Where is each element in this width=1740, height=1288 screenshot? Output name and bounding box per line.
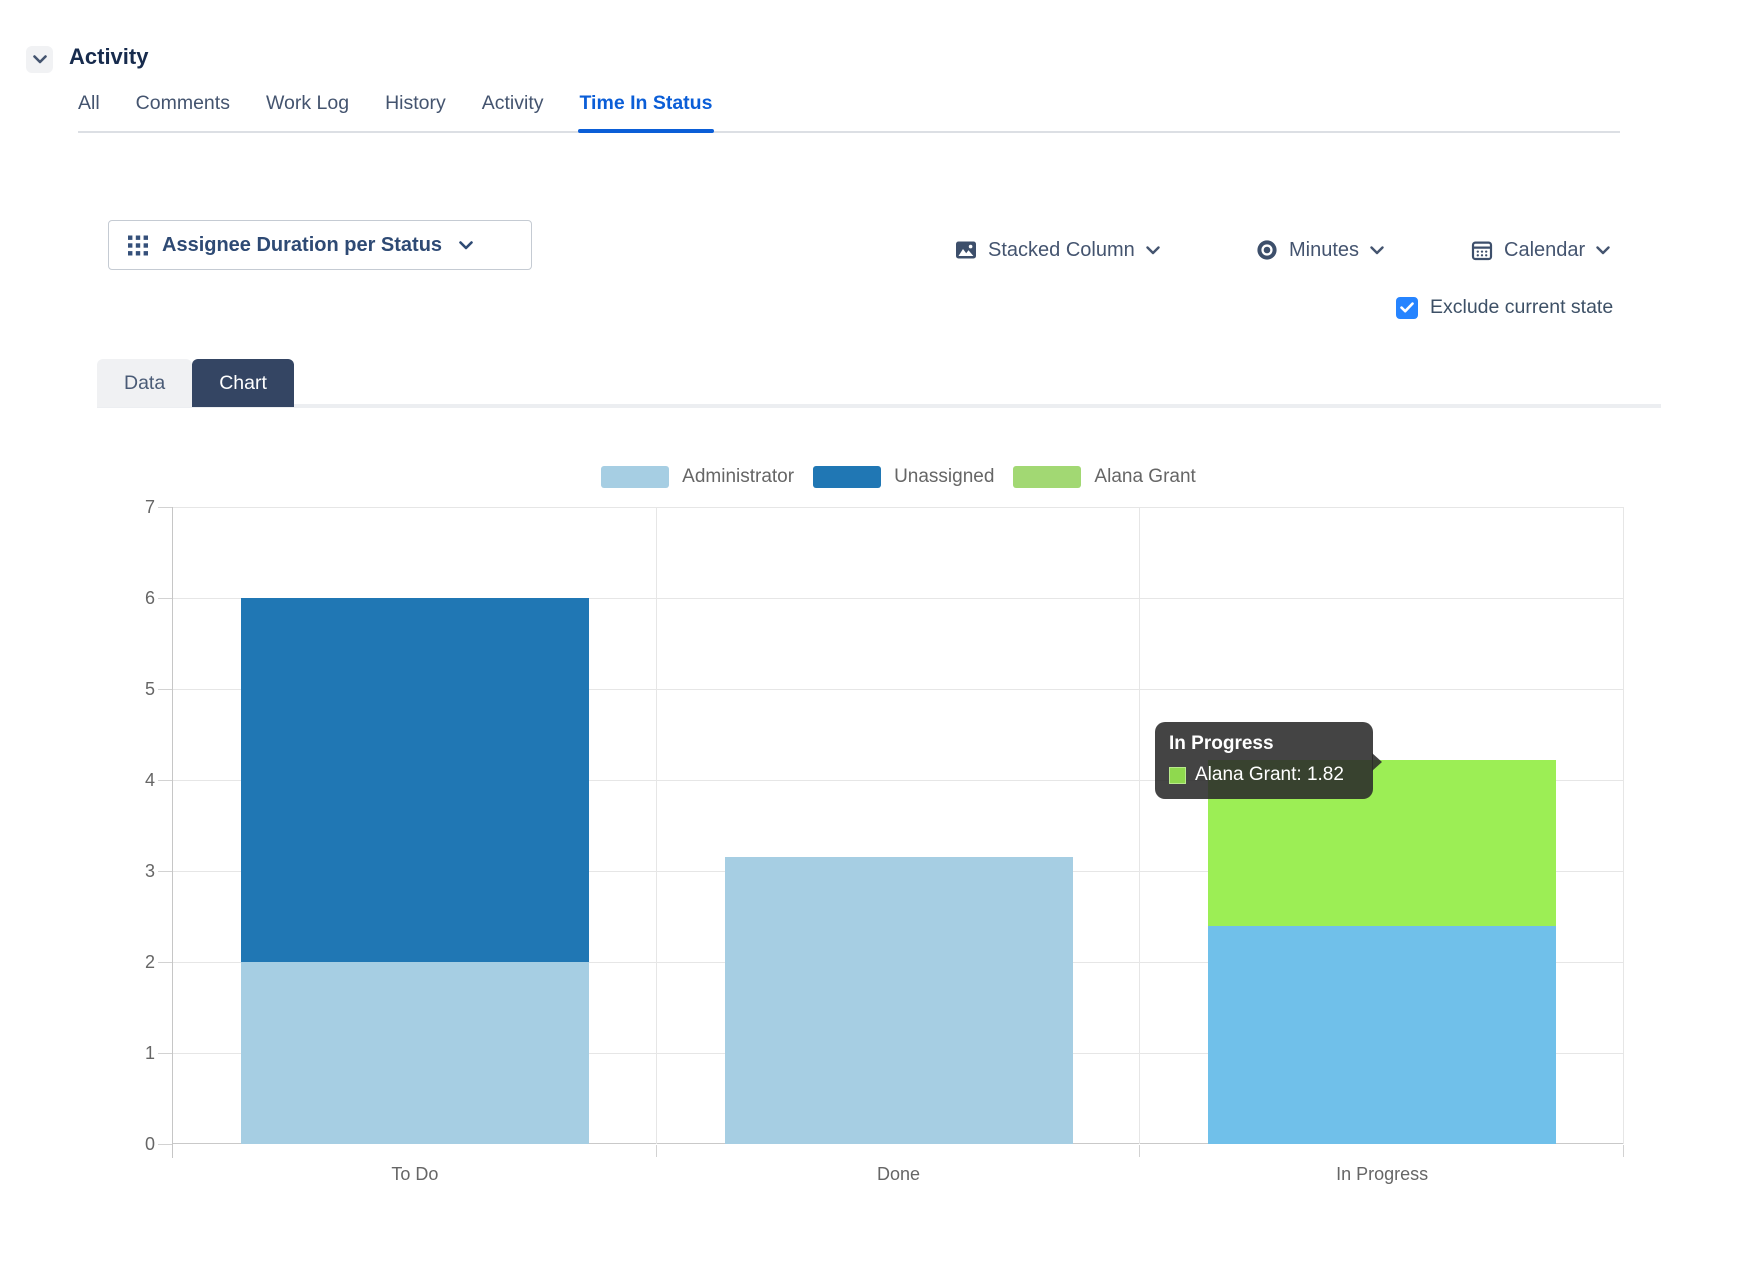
report-type-label: Assignee Duration per Status <box>162 234 442 257</box>
tab-activity[interactable]: Activity <box>482 92 544 115</box>
y-axis-tick <box>158 598 172 599</box>
y-axis-tick <box>158 962 172 963</box>
stacked-column-chart: 01234567To DoDoneIn Progress In Progress… <box>173 507 1624 1144</box>
chart-type-dropdown[interactable]: Stacked Column <box>955 228 1160 272</box>
tooltip-value-label: Alana Grant: 1.82 <box>1195 764 1344 786</box>
gridline-vertical <box>656 507 657 1144</box>
chart-type-label: Stacked Column <box>988 239 1135 262</box>
y-axis-tick <box>158 507 172 508</box>
legend-label: Alana Grant <box>1094 466 1195 488</box>
exclude-current-state-option[interactable]: Exclude current state <box>1396 296 1613 319</box>
chevron-down-icon <box>1146 246 1160 255</box>
gridline-vertical <box>1623 507 1624 1144</box>
exclude-current-state-checkbox[interactable] <box>1396 297 1418 319</box>
tooltip-category: In Progress <box>1169 733 1359 755</box>
y-axis-tick <box>158 1053 172 1054</box>
y-axis-tick-label: 3 <box>115 860 155 882</box>
chevron-down-icon <box>1596 246 1610 255</box>
eye-icon <box>1256 239 1278 261</box>
legend-swatch <box>601 466 669 488</box>
tab-work-log[interactable]: Work Log <box>266 92 349 115</box>
tab-history[interactable]: History <box>385 92 446 115</box>
legend-item-alana-grant[interactable]: Alana Grant <box>1013 466 1195 488</box>
calendar-icon <box>1471 239 1493 261</box>
chart-legend: Administrator Unassigned Alana Grant <box>173 466 1624 488</box>
x-axis-tick <box>1623 1145 1624 1157</box>
bar-segment-to-do-unassigned[interactable] <box>241 598 589 962</box>
y-axis-tick <box>158 780 172 781</box>
y-axis-tick-label: 6 <box>115 587 155 609</box>
time-unit-dropdown[interactable]: Minutes <box>1256 228 1384 272</box>
y-axis-tick-label: 5 <box>115 678 155 700</box>
report-type-dropdown[interactable]: Assignee Duration per Status <box>108 220 532 270</box>
section-divider <box>97 404 1661 408</box>
y-axis-tick <box>158 1144 172 1145</box>
view-mode-tabs: Data Chart <box>97 359 294 407</box>
tab-all[interactable]: All <box>78 92 100 115</box>
chevron-down-icon <box>33 55 47 64</box>
y-axis-line <box>172 507 173 1158</box>
legend-label: Unassigned <box>894 466 994 488</box>
legend-swatch <box>813 466 881 488</box>
grid-icon <box>127 234 149 256</box>
tab-time-in-status[interactable]: Time In Status <box>580 92 713 115</box>
time-in-status-panel: Activity All Comments Work Log History Activ… <box>0 0 1740 1288</box>
y-axis-tick-label: 1 <box>115 1042 155 1064</box>
y-axis-tick <box>158 871 172 872</box>
chevron-down-icon <box>459 241 473 250</box>
chart-tooltip: In Progress Alana Grant: 1.82 <box>1155 722 1373 799</box>
x-axis-label-in-progress: In Progress <box>1336 1164 1428 1185</box>
x-axis-tick <box>656 1145 657 1157</box>
y-axis-tick-label: 7 <box>115 496 155 518</box>
tooltip-series-swatch <box>1169 767 1186 784</box>
calendar-label: Calendar <box>1504 239 1585 262</box>
legend-swatch <box>1013 466 1081 488</box>
y-axis-tick <box>158 689 172 690</box>
check-icon <box>1400 302 1414 313</box>
collapse-activity-button[interactable] <box>26 46 53 73</box>
y-axis-tick-label: 0 <box>115 1133 155 1155</box>
bar-segment-to-do-administrator[interactable] <box>241 962 589 1144</box>
y-axis-tick-label: 4 <box>115 769 155 791</box>
y-axis-tick-label: 2 <box>115 951 155 973</box>
legend-item-administrator[interactable]: Administrator <box>601 466 794 488</box>
x-axis-label-done: Done <box>877 1164 920 1185</box>
calendar-dropdown[interactable]: Calendar <box>1471 228 1610 272</box>
bar-segment-in-progress-administrator[interactable] <box>1208 926 1556 1144</box>
tab-chart[interactable]: Chart <box>192 359 294 407</box>
bar-segment-done-administrator[interactable] <box>725 857 1073 1144</box>
legend-item-unassigned[interactable]: Unassigned <box>813 466 994 488</box>
activity-tab-strip: All Comments Work Log History Activity Time I… <box>78 92 1620 133</box>
gridline-vertical <box>1139 507 1140 1144</box>
chevron-down-icon <box>1370 246 1384 255</box>
x-axis-label-to-do: To Do <box>391 1164 438 1185</box>
tab-data[interactable]: Data <box>97 359 192 407</box>
gridline-horizontal <box>173 507 1624 508</box>
legend-label: Administrator <box>682 466 794 488</box>
x-axis-tick <box>1139 1145 1140 1157</box>
time-unit-label: Minutes <box>1289 239 1359 262</box>
activity-section-title: Activity <box>69 44 148 70</box>
image-icon <box>955 239 977 261</box>
tab-comments[interactable]: Comments <box>136 92 230 115</box>
exclude-current-state-label: Exclude current state <box>1430 296 1613 319</box>
